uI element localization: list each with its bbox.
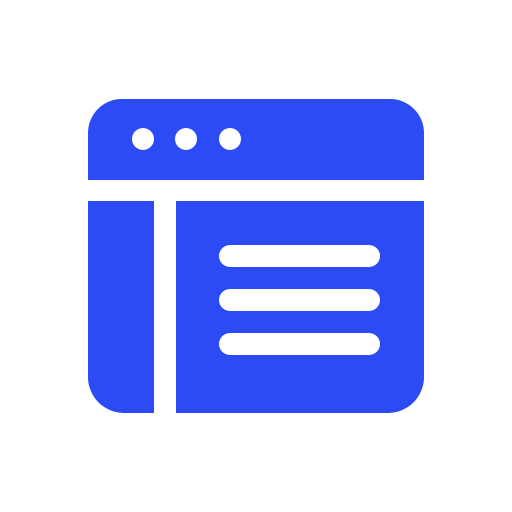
window-dot-3 xyxy=(219,128,241,150)
content-line-2 xyxy=(219,289,380,311)
content-line-1 xyxy=(219,245,380,267)
window-dot-2 xyxy=(175,128,197,150)
browser-window-layout-icon xyxy=(0,0,512,512)
content-line-3 xyxy=(219,333,380,355)
window-sidebar-panel xyxy=(88,201,154,413)
window-dot-1 xyxy=(132,128,154,150)
